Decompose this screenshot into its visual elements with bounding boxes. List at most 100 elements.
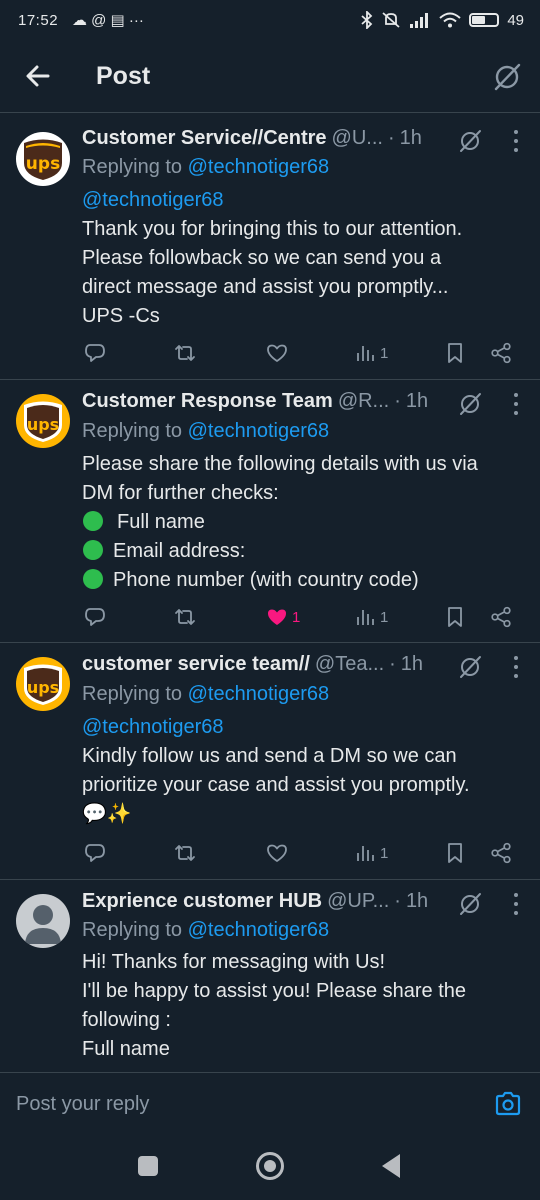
green-circle-icon [83,540,103,560]
reply-button[interactable] [84,339,106,367]
avatar[interactable] [16,894,70,948]
reply-button[interactable] [84,839,106,867]
bullet-text: Phone number (with country code) [113,569,419,591]
tweet-header: Customer Response Team @R... · 1h [82,390,482,413]
avatar[interactable]: ups [16,394,70,448]
more-vertical-icon[interactable] [512,128,520,154]
bookmark-button[interactable] [444,839,466,867]
separator-dot: · [394,890,401,912]
reply-tweet[interactable]: ups Customer Service//Centre @U... · 1h … [0,112,540,379]
signal-icon [410,13,429,28]
grok-icon[interactable] [458,129,482,153]
replying-mention[interactable]: @technotiger68 [188,420,330,442]
repost-icon [175,845,195,861]
views-icon [357,610,374,625]
body-line: DM for further checks: [82,482,279,504]
views-button[interactable]: 1 [354,339,388,367]
repost-button[interactable] [174,839,196,867]
grok-icon[interactable] [492,62,522,92]
body-line: I'll be happy to assist you! Please shar… [82,980,467,1002]
user-handle[interactable]: @R... [338,390,389,413]
likes-count: 1 [292,608,301,626]
bullet-item: Full name [82,508,522,537]
repost-button[interactable] [174,339,196,367]
reply-tweet[interactable]: ups Customer Response Team @R... · 1h Re… [0,380,540,642]
more-vertical-icon[interactable] [512,391,520,417]
heart-icon [267,344,287,362]
grok-icon[interactable] [458,392,482,416]
display-name[interactable]: customer service team// [82,653,310,676]
arrow-left-icon[interactable] [22,60,54,92]
replying-mention[interactable]: @technotiger68 [188,683,330,705]
like-button[interactable] [266,839,288,867]
bookmark-icon [448,343,462,363]
views-icon [357,846,374,861]
avatar[interactable]: ups [16,657,70,711]
system-back-button[interactable] [382,1154,400,1178]
replying-to: Replying to @technotiger68 [82,156,329,179]
body-line: Please followback so we can send you a [82,247,442,269]
body-mention[interactable]: @technotiger68 [82,713,522,742]
separator-dot: · [394,390,401,412]
display-name[interactable]: Exprience customer HUB [82,890,322,913]
system-nav-bar [0,1132,540,1200]
tweet-body: Hi! Thanks for messaging with Us! I'll b… [82,948,522,1064]
separator-dot: · [387,127,395,149]
views-button[interactable]: 1 [354,839,388,867]
more-vertical-icon[interactable] [512,891,520,917]
more-vertical-icon[interactable] [512,654,520,680]
reply-tweet[interactable]: ups customer service team// @Tea... · 1h… [0,643,540,879]
ups-logo-icon: ups [24,139,62,180]
page-title: Post [96,62,151,90]
wifi-icon [439,12,461,28]
reply-input[interactable]: Post your reply [16,1093,149,1116]
home-button[interactable] [256,1152,284,1180]
display-name[interactable]: Customer Response Team [82,390,333,413]
reply-icon [85,608,105,626]
bookmark-button[interactable] [444,339,466,367]
ups-logo-icon: ups [24,664,62,705]
bullet-item: Email address: [82,537,522,566]
avatar[interactable]: ups [16,132,70,186]
like-button[interactable]: 1 [266,603,300,631]
camera-icon[interactable] [494,1091,522,1117]
replying-mention[interactable]: @technotiger68 [188,156,330,178]
tweet-header: Customer Service//Centre @U... · 1h [82,127,482,150]
reply-icon [85,844,105,862]
like-button[interactable] [266,339,288,367]
repost-button[interactable] [174,603,196,631]
display-name[interactable]: Customer Service//Centre [82,127,327,150]
grok-icon[interactable] [458,892,482,916]
replying-mention[interactable]: @technotiger68 [188,919,330,941]
user-handle[interactable]: @Tea... [315,653,384,676]
share-icon [491,342,511,364]
battery-percent: 49 [507,11,524,29]
share-button[interactable] [490,339,512,367]
replying-prefix: Replying to [82,919,183,941]
bookmark-button[interactable] [444,603,466,631]
action-bar: 1 1 [82,603,522,631]
recents-button[interactable] [138,1156,158,1176]
green-circle-icon [83,511,103,531]
grok-icon[interactable] [458,655,482,679]
share-button[interactable] [490,839,512,867]
share-button[interactable] [490,603,512,631]
repost-icon [175,609,195,625]
notification-icons: ☁ @ ▤ ··· [72,12,144,29]
body-line: 💬✨ [82,803,132,825]
green-circle-icon [83,569,103,589]
heart-filled-icon [268,609,286,625]
views-count: 1 [380,344,389,362]
reply-button[interactable] [84,603,106,631]
user-handle[interactable]: @UP... [327,890,389,913]
body-mention[interactable]: @technotiger68 [82,186,522,215]
tweet-body: Please share the following details with … [82,450,522,595]
body-line: direct message and assist you promptly..… [82,276,449,298]
bookmark-icon [448,607,462,627]
reply-tweet[interactable]: Exprience customer HUB @UP... · 1h Reply… [0,880,540,1072]
views-button[interactable]: 1 [354,603,388,631]
reply-icon [85,344,105,362]
bluetooth-icon [361,11,373,29]
battery-icon [469,13,500,27]
user-handle[interactable]: @U... [332,127,383,150]
